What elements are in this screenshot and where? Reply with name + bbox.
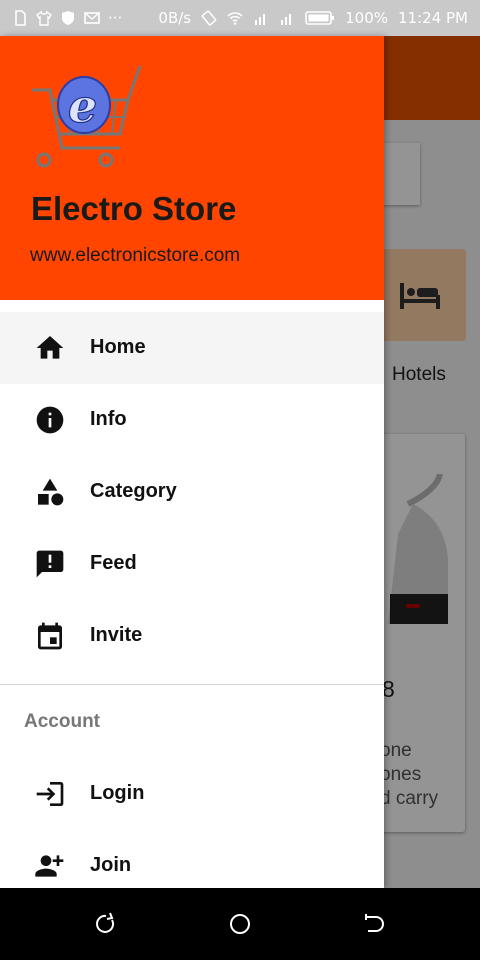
network-speed: 0B/s	[158, 9, 192, 27]
system-nav-bar	[0, 888, 480, 960]
menu-item-label: Feed	[90, 552, 137, 574]
status-bar: ··· 0B/s 100% 11:24 PM	[0, 0, 480, 36]
signal-icon	[255, 14, 266, 25]
shirt-icon	[36, 10, 52, 26]
sim-card-icon	[15, 10, 26, 26]
more-notifications-icon: ···	[108, 9, 123, 27]
recent-apps-icon[interactable]	[92, 910, 120, 938]
signal-icon-2	[281, 14, 292, 25]
feed-icon	[36, 550, 64, 578]
mail-icon	[84, 12, 100, 24]
battery-level: 100%	[345, 9, 389, 27]
menu-item-label: Category	[90, 480, 177, 502]
menu-item-category[interactable]: Category	[0, 456, 384, 528]
store-name: Electro Store	[31, 190, 237, 227]
drawer-divider	[0, 684, 384, 685]
store-url[interactable]: www.electronicstore.com	[30, 245, 240, 267]
menu-item-label: Home	[90, 336, 146, 358]
drawer-header: e Electro Store www.electronicstore.com	[0, 36, 384, 300]
info-icon	[36, 406, 64, 434]
menu-item-invite[interactable]: Invite	[0, 600, 384, 672]
svg-text:e: e	[68, 79, 97, 133]
calendar-icon	[38, 622, 62, 650]
clock: 11:24 PM	[398, 9, 468, 27]
login-icon	[36, 782, 64, 806]
section-title-account: Account	[24, 711, 100, 732]
vibrate-icon	[201, 10, 217, 26]
menu-item-info[interactable]: Info	[0, 384, 384, 456]
shield-icon	[62, 11, 74, 25]
shopping-cart-logo: e	[32, 65, 142, 168]
menu-item-home[interactable]: Home	[0, 312, 384, 384]
menu-item-login[interactable]: Login	[0, 758, 384, 830]
menu-item-label: Join	[90, 854, 132, 876]
menu-item-join[interactable]: Join	[0, 830, 384, 888]
menu-item-feed[interactable]: Feed	[0, 528, 384, 600]
back-icon[interactable]	[360, 910, 388, 938]
add-person-icon	[35, 855, 64, 877]
wifi-icon	[227, 12, 243, 25]
home-button-icon[interactable]	[226, 910, 254, 938]
category-icon	[38, 478, 64, 506]
battery-icon	[305, 11, 335, 25]
menu-item-label: Login	[90, 782, 145, 804]
navigation-drawer: e Electro Store www.electronicstore.com …	[0, 36, 384, 888]
menu-item-label: Info	[90, 408, 127, 430]
home-icon	[36, 336, 64, 359]
menu-item-label: Invite	[90, 624, 143, 646]
